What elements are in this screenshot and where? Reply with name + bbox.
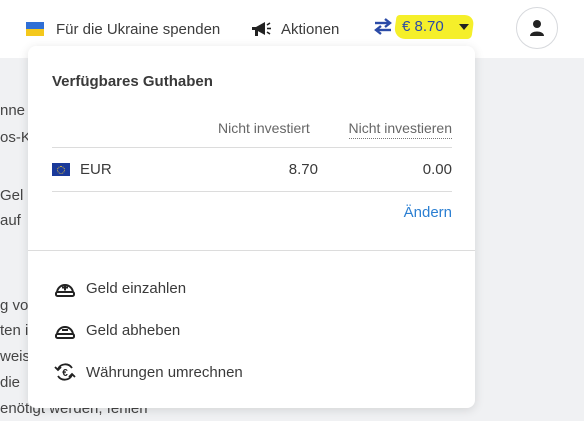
ukraine-donate-label: Für die Ukraine spenden (56, 20, 221, 38)
transfer-arrows-icon (372, 15, 394, 37)
divider (52, 191, 452, 192)
divider (28, 250, 475, 251)
background-text: weis (0, 348, 31, 365)
eu-flag-icon (52, 163, 70, 176)
change-link[interactable]: Ändern (404, 204, 452, 221)
background-text: g vo (0, 297, 29, 314)
background-text: ten i (0, 322, 29, 339)
dropdown-title: Verfügbares Guthaben (52, 73, 213, 90)
background-text: os-K (0, 129, 31, 146)
deposit-label: Geld einzahlen (86, 279, 187, 297)
user-icon (530, 20, 544, 36)
withdraw-label: Geld abheben (86, 321, 181, 339)
balance-dropdown-button[interactable] (372, 13, 394, 39)
not-to-invest-value: 0.00 (422, 161, 452, 178)
currency-code: EUR (80, 161, 112, 178)
balance-dropdown: Verfügbares Guthaben Nicht investiert Ni… (28, 46, 475, 408)
currency-exchange-label: Währungen umrechnen (86, 363, 243, 381)
background-text: Gel (0, 187, 24, 204)
withdraw-menu-item[interactable]: Geld abheben (52, 317, 180, 343)
currency-exchange-icon: € (52, 359, 78, 385)
withdraw-icon (52, 317, 78, 343)
deposit-menu-item[interactable]: Geld einzahlen (52, 275, 186, 301)
background-text: auf (0, 212, 21, 229)
actions-label: Aktionen (281, 20, 340, 38)
balance-amount[interactable]: € 8.70 (402, 18, 444, 35)
chevron-down-icon[interactable] (459, 24, 469, 30)
deposit-icon (52, 275, 78, 301)
divider (52, 147, 452, 148)
svg-text:€: € (62, 368, 68, 379)
background-text: die (0, 374, 21, 391)
column-header-not-to-invest[interactable]: Nicht investieren (348, 120, 452, 139)
user-avatar-button[interactable] (516, 7, 558, 49)
column-header-not-invested: Nicht investiert (218, 120, 310, 136)
currency-exchange-menu-item[interactable]: € Währungen umrechnen (52, 359, 243, 385)
ukraine-flag-icon (26, 22, 44, 36)
background-text: nne (0, 102, 26, 119)
not-invested-value: 8.70 (288, 161, 318, 178)
megaphone-icon (250, 18, 272, 40)
